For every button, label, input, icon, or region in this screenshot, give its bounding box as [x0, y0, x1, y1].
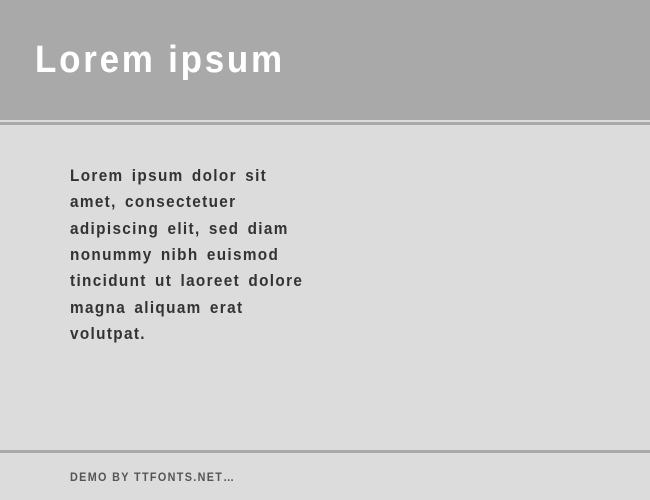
- footer-bar: DEMO BY TTFONTS.NET…: [0, 450, 650, 500]
- footer-demo-text: DEMO BY TTFONTS.NET…: [70, 470, 235, 484]
- content-area: Lorem ipsum dolor sit amet, consectetuer…: [0, 125, 410, 385]
- page-title: Lorem ipsum: [35, 39, 285, 82]
- body-paragraph: Lorem ipsum dolor sit amet, consectetuer…: [70, 163, 313, 347]
- header-banner: Lorem ipsum: [0, 0, 650, 120]
